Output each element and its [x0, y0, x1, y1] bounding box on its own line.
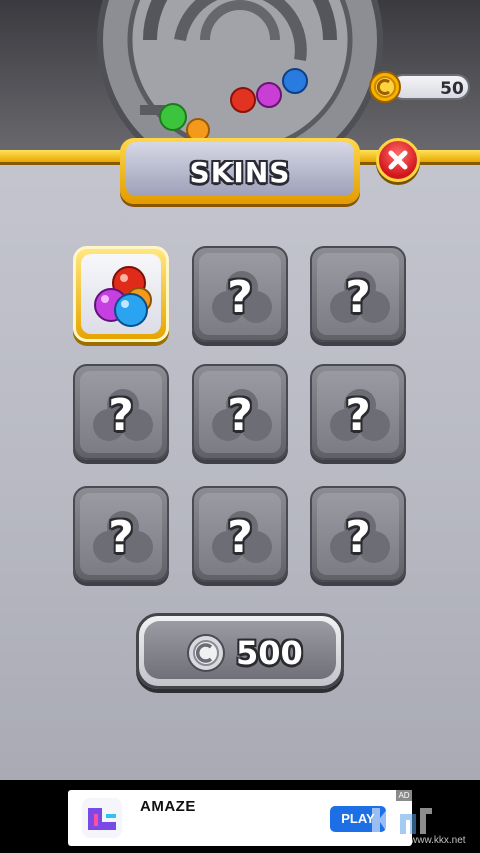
question-mark: ?	[345, 390, 371, 441]
skin-tile-locked[interactable]: ?	[310, 486, 406, 582]
watermark-logo-icon	[372, 808, 432, 834]
question-mark: ?	[108, 512, 134, 563]
marbles-skin-icon	[94, 266, 152, 327]
unlock-price: 500	[236, 634, 303, 672]
tile-inner: ?	[317, 371, 399, 453]
skin-tile-locked[interactable]: ?	[73, 486, 169, 582]
watermark-text: www.kkx.net	[410, 835, 466, 846]
skin-tile-locked[interactable]: ?	[73, 364, 169, 460]
maze-banner: 50	[0, 0, 480, 160]
title-inner: SKINS	[126, 142, 354, 196]
unlock-random-skin-button[interactable]: 500	[136, 613, 344, 689]
tile-inner: ?	[199, 253, 281, 335]
coin-count: 50	[440, 79, 464, 99]
tile-inner: ?	[80, 493, 162, 575]
question-mark: ?	[345, 272, 371, 323]
question-mark: ?	[227, 512, 253, 563]
skin-tile-locked[interactable]: ?	[192, 364, 288, 460]
skins-screen: 50 SKINS ? ? ? ? ? ? ? ? 500	[0, 0, 480, 780]
question-mark: ?	[108, 390, 134, 441]
skin-tile-selected[interactable]	[73, 246, 169, 342]
page-title: SKINS	[189, 156, 291, 189]
close-button[interactable]	[376, 138, 420, 182]
skin-tile-locked[interactable]: ?	[192, 486, 288, 582]
coin-icon	[187, 634, 225, 672]
tile-inner: ?	[199, 493, 281, 575]
question-mark: ?	[227, 272, 253, 323]
ad-content[interactable]: AMAZE PLAY AD	[68, 790, 412, 846]
tile-inner: ?	[80, 371, 162, 453]
coin-counter: 50	[369, 70, 470, 104]
tile-inner: ?	[317, 253, 399, 335]
question-mark: ?	[345, 512, 371, 563]
tile-inner: ?	[317, 493, 399, 575]
skin-tile-locked[interactable]: ?	[192, 246, 288, 342]
watermark: www.kkx.net	[364, 800, 474, 850]
question-mark: ?	[227, 390, 253, 441]
skin-tile-locked[interactable]: ?	[310, 246, 406, 342]
title-plate: SKINS	[120, 138, 360, 204]
amaze-app-icon	[82, 798, 122, 838]
buy-inner: 500	[144, 621, 336, 679]
close-icon	[388, 150, 408, 170]
coin-pill: 50	[390, 74, 470, 100]
ad-app-name: AMAZE	[140, 798, 196, 815]
skin-tile-locked[interactable]: ?	[310, 364, 406, 460]
tile-inner	[81, 254, 161, 334]
coin-icon	[369, 71, 401, 103]
tile-inner: ?	[199, 371, 281, 453]
